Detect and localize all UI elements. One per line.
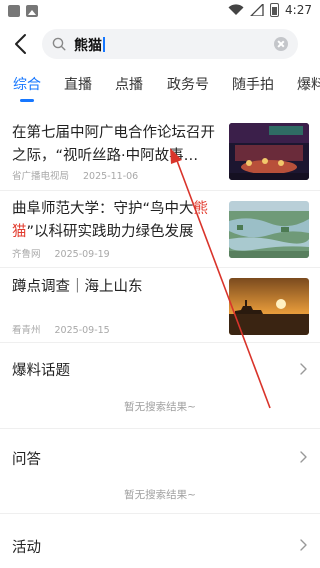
result-meta: 齐鲁网 2025-09-19 (12, 246, 110, 260)
system-status: 4:27 (228, 3, 312, 17)
section-tips-topics: 爆料话题 暂无搜索结果~ (0, 343, 320, 428)
empty-result-text: 暂无搜索结果~ (124, 401, 196, 413)
category-tabs: 综合 直播 点播 政务号 随手拍 爆料 (0, 68, 320, 108)
tab-live[interactable]: 直播 (64, 74, 92, 94)
sea-sunset-image (229, 278, 309, 335)
notification-icon (8, 5, 20, 17)
title-text: 蹲点调查｜海上山东 (12, 279, 143, 295)
result-source: 看青州 (12, 325, 41, 336)
search-header: 熊猫 (0, 26, 320, 62)
clear-icon[interactable] (274, 37, 288, 51)
title-text: 在第七届中阿广电合作论坛召开之际，“视听丝路·中阿故事… (12, 125, 215, 164)
result-source: 省广播电视局 (12, 171, 70, 182)
image-notification-icon (26, 5, 38, 17)
result-title: 在第七届中阿广电合作论坛召开之际，“视听丝路·中阿故事… (12, 122, 220, 168)
back-button[interactable] (10, 31, 34, 57)
title-text: 曲阜师范大学：守护“鸟中大 (12, 201, 194, 217)
result-meta: 省广播电视局 2025-11-06 (12, 168, 138, 182)
chevron-right-icon[interactable] (298, 450, 308, 464)
result-date: 2025-09-15 (54, 325, 110, 336)
result-title: 曲阜师范大学：守护“鸟中大熊猫”以科研实践助力绿色发展 (12, 198, 220, 244)
section-title: 问答 (12, 452, 41, 468)
result-thumbnail (229, 278, 309, 335)
section-qa: 问答 暂无搜索结果~ (0, 429, 320, 513)
text-cursor (103, 37, 105, 52)
result-item[interactable]: 在第七届中阿广电合作论坛召开之际，“视听丝路·中阿故事… 省广播电视局 2025-… (0, 115, 320, 190)
result-title: 蹲点调查｜海上山东 (12, 276, 220, 299)
result-date: 2025-11-06 (83, 171, 139, 182)
signal-icon (250, 4, 264, 16)
tab-comprehensive[interactable]: 综合 (13, 74, 41, 94)
section-title: 活动 (12, 540, 41, 556)
search-icon (52, 37, 66, 51)
status-time: 4:27 (285, 3, 312, 17)
result-source: 齐鲁网 (12, 249, 41, 260)
result-date: 2025-09-19 (54, 249, 110, 260)
section-title: 爆料话题 (12, 363, 70, 379)
section-activities: 活动 (0, 514, 320, 568)
chevron-right-icon[interactable] (298, 538, 308, 552)
empty-result-text: 暂无搜索结果~ (124, 489, 196, 501)
tab-snapshots[interactable]: 随手拍 (232, 74, 274, 94)
result-item[interactable]: 曲阜师范大学：守护“鸟中大熊猫”以科研实践助力绿色发展 齐鲁网 2025-09-1… (0, 191, 320, 267)
result-thumbnail (229, 123, 309, 180)
tab-vod[interactable]: 点播 (115, 74, 143, 94)
wifi-icon (228, 4, 244, 16)
tab-gov-accounts[interactable]: 政务号 (167, 74, 209, 94)
search-query[interactable]: 熊猫 (74, 35, 105, 55)
active-tab-indicator (20, 99, 34, 102)
chevron-right-icon[interactable] (298, 362, 308, 376)
result-meta: 看青州 2025-09-15 (12, 322, 110, 336)
search-query-text: 熊猫 (74, 38, 102, 54)
status-bar: 4:27 (0, 0, 320, 24)
result-thumbnail (229, 201, 309, 258)
title-text: ”以科研实践助力绿色发展 (26, 224, 194, 240)
result-item[interactable]: 蹲点调查｜海上山东 看青州 2025-09-15 (0, 268, 320, 342)
stage-image (229, 123, 309, 180)
notification-icons (8, 5, 38, 17)
wetland-image (229, 201, 309, 258)
tab-tips[interactable]: 爆料 (297, 74, 320, 94)
search-input[interactable]: 熊猫 (42, 29, 298, 59)
battery-icon (270, 3, 280, 17)
